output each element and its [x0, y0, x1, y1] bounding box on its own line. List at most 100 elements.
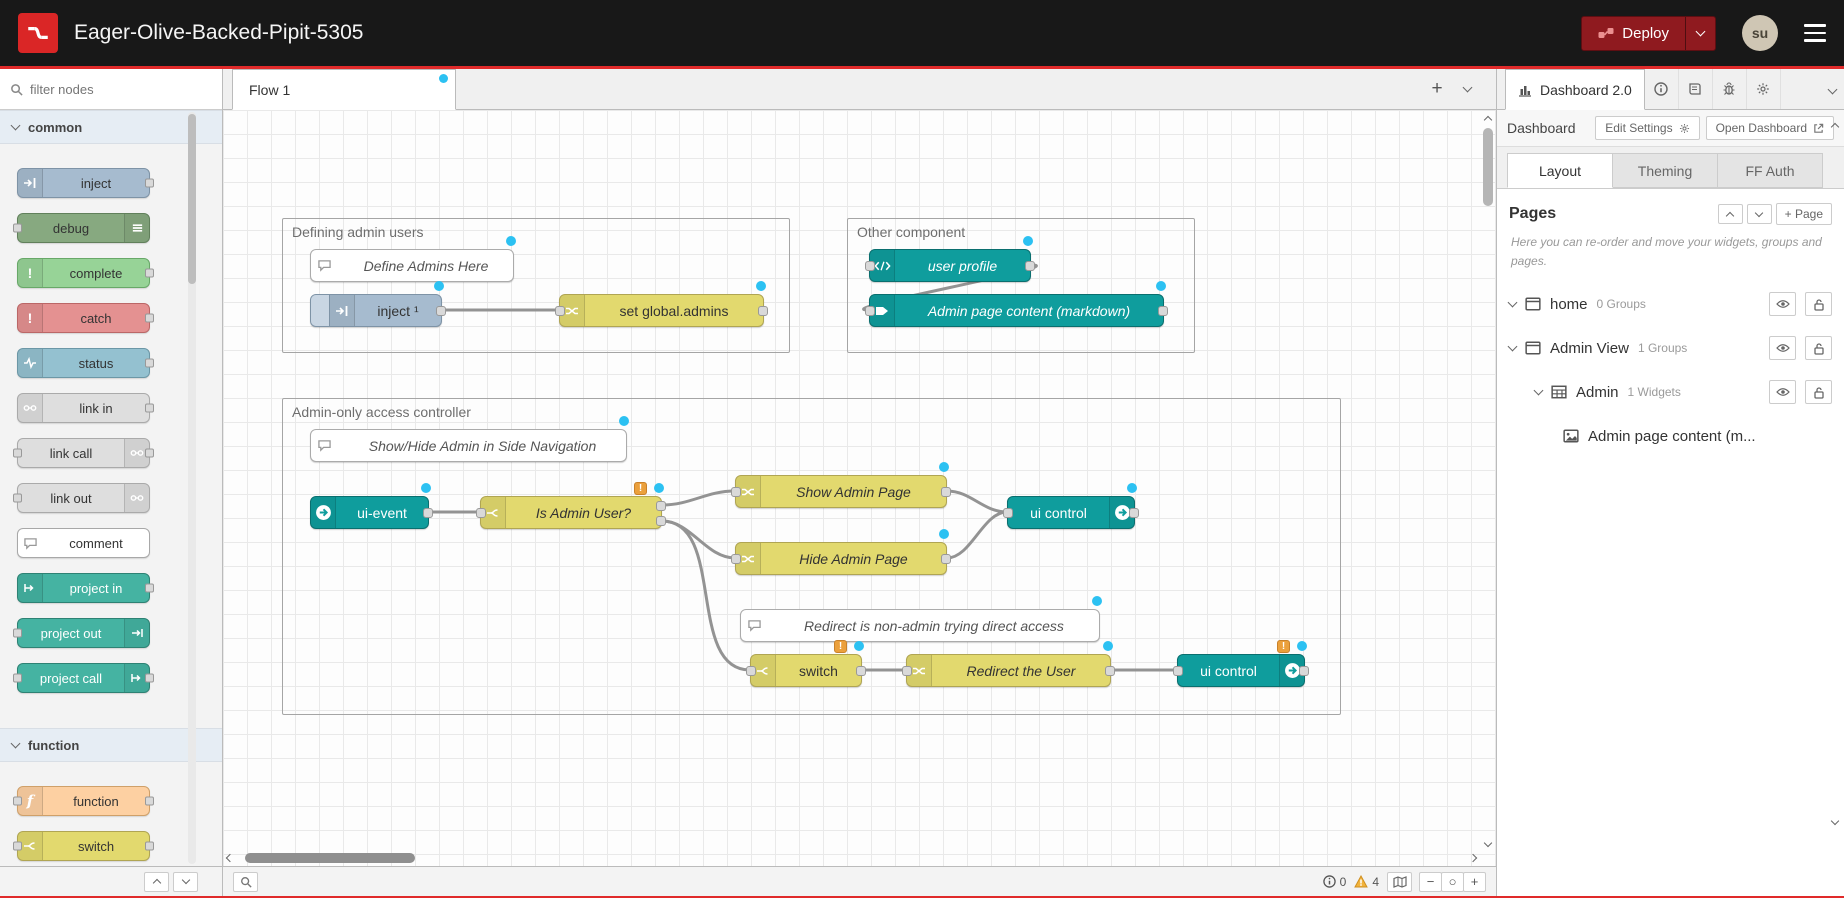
output-port[interactable]: [758, 306, 768, 316]
output-port[interactable]: [1299, 666, 1309, 676]
node-ui-control-1[interactable]: ui control: [1007, 496, 1135, 529]
node-comment-define-admins[interactable]: Define Admins Here: [310, 249, 514, 282]
warning-count[interactable]: 4: [1354, 875, 1379, 889]
input-port[interactable]: [1003, 508, 1013, 518]
tab-theming[interactable]: Theming: [1612, 153, 1718, 188]
output-port[interactable]: [145, 674, 154, 683]
flow-list-button[interactable]: [1452, 75, 1482, 103]
expand-categories-button[interactable]: [173, 872, 198, 892]
tab-ff-auth[interactable]: FF Auth: [1717, 153, 1823, 188]
palette-node-project-out[interactable]: project out: [17, 618, 150, 648]
output-port[interactable]: [856, 666, 866, 676]
palette-node-project-in[interactable]: project in: [17, 573, 150, 603]
node-comment-redirect[interactable]: Redirect is non-admin trying direct acce…: [740, 609, 1100, 642]
scroll-right-arrow[interactable]: [1469, 854, 1477, 862]
output-port[interactable]: [145, 269, 154, 278]
node-switch[interactable]: switch !: [750, 654, 862, 687]
lock-button[interactable]: [1805, 336, 1832, 360]
output-port[interactable]: [1129, 508, 1139, 518]
add-page-button[interactable]: + Page: [1776, 203, 1832, 225]
scrollbar-thumb[interactable]: [245, 853, 415, 863]
node-user-profile[interactable]: user profile: [869, 249, 1031, 282]
scroll-down-arrow[interactable]: [1484, 839, 1492, 847]
output-port[interactable]: [941, 554, 951, 564]
output-port[interactable]: [145, 179, 154, 188]
input-port[interactable]: [746, 666, 756, 676]
node-redirect-the-user[interactable]: Redirect the User: [906, 654, 1111, 687]
input-port[interactable]: [1173, 666, 1183, 676]
add-flow-button[interactable]: +: [1422, 75, 1452, 103]
visibility-button[interactable]: [1769, 292, 1796, 316]
palette-node-catch[interactable]: ! catch: [17, 303, 150, 333]
zoom-reset-button[interactable]: ○: [1441, 872, 1464, 892]
group-other-component[interactable]: Other component: [847, 218, 1195, 353]
node-admin-page-content[interactable]: Admin page content (markdown): [869, 294, 1164, 327]
flow-canvas[interactable]: Defining admin users Other component Adm…: [223, 110, 1496, 866]
visibility-button[interactable]: [1769, 380, 1796, 404]
zoom-out-button[interactable]: −: [1419, 872, 1442, 892]
palette-scrollbar[interactable]: [188, 112, 196, 864]
palette-node-link-call[interactable]: link call: [17, 438, 150, 468]
tab-config-nodes[interactable]: [1747, 69, 1781, 109]
node-show-admin-page[interactable]: Show Admin Page: [735, 475, 947, 508]
input-port[interactable]: [13, 629, 22, 638]
edit-settings-button[interactable]: Edit Settings: [1595, 116, 1699, 140]
open-dashboard-button[interactable]: Open Dashboard: [1706, 116, 1834, 140]
user-avatar[interactable]: su: [1742, 15, 1778, 51]
node-ui-control-2[interactable]: ui control !: [1177, 654, 1305, 687]
palette-node-switch[interactable]: switch: [17, 831, 150, 861]
visibility-button[interactable]: [1769, 336, 1796, 360]
input-port[interactable]: [731, 487, 741, 497]
scroll-left-arrow[interactable]: [226, 854, 234, 862]
output-port[interactable]: [436, 306, 446, 316]
canvas-search-button[interactable]: [233, 872, 258, 892]
filter-nodes-input[interactable]: [30, 82, 190, 97]
palette-node-project-call[interactable]: project call: [17, 663, 150, 693]
node-hide-admin-page[interactable]: Hide Admin Page: [735, 542, 947, 575]
palette-node-inject[interactable]: inject: [17, 168, 150, 198]
node-is-admin-user[interactable]: Is Admin User? !: [480, 496, 662, 529]
scroll-up-arrow[interactable]: [1484, 116, 1492, 124]
collapse-categories-button[interactable]: [144, 872, 169, 892]
input-port[interactable]: [13, 797, 22, 806]
tab-flow-1[interactable]: Flow 1: [232, 69, 456, 110]
deploy-options-button[interactable]: [1685, 17, 1715, 50]
output-port[interactable]: [1105, 666, 1115, 676]
tree-row-widget-admin-page-content[interactable]: Admin page content (m...: [1497, 414, 1844, 458]
output-port[interactable]: [145, 404, 154, 413]
scrollbar-thumb[interactable]: [1483, 128, 1493, 206]
palette-node-function[interactable]: f function: [17, 786, 150, 816]
node-comment-show-hide-admin[interactable]: Show/Hide Admin in Side Navigation: [310, 429, 627, 462]
deploy-button[interactable]: Deploy: [1582, 17, 1685, 50]
move-page-up-button[interactable]: [1718, 204, 1743, 224]
tree-row-admin-group[interactable]: Admin 1 Widgets: [1497, 370, 1844, 414]
scrollbar-thumb[interactable]: [188, 114, 196, 284]
tab-debug[interactable]: [1713, 69, 1747, 109]
tree-row-home[interactable]: home 0 Groups: [1497, 282, 1844, 326]
input-port[interactable]: [902, 666, 912, 676]
tab-info[interactable]: [1645, 69, 1679, 109]
output-port[interactable]: [1025, 261, 1035, 271]
input-port[interactable]: [476, 508, 486, 518]
output-port[interactable]: [145, 584, 154, 593]
palette-node-debug[interactable]: debug: [17, 213, 150, 243]
output-port[interactable]: [145, 359, 154, 368]
input-port[interactable]: [555, 306, 565, 316]
palette-node-link-in[interactable]: link in: [17, 393, 150, 423]
input-port[interactable]: [13, 449, 22, 458]
zoom-in-button[interactable]: +: [1463, 872, 1486, 892]
palette-node-complete[interactable]: ! complete: [17, 258, 150, 288]
node-inject[interactable]: inject ¹: [310, 294, 442, 327]
group-defining-admin-users[interactable]: Defining admin users: [282, 218, 790, 353]
lock-button[interactable]: [1805, 292, 1832, 316]
tab-help[interactable]: [1679, 69, 1713, 109]
output-port[interactable]: [145, 449, 154, 458]
output-port[interactable]: [145, 797, 154, 806]
input-port[interactable]: [13, 842, 22, 851]
input-port[interactable]: [13, 224, 22, 233]
output-port[interactable]: [423, 508, 433, 518]
lock-button[interactable]: [1805, 380, 1832, 404]
navigator-toggle-button[interactable]: [1387, 872, 1412, 892]
output-port[interactable]: [1158, 306, 1168, 316]
error-count[interactable]: 0: [1323, 875, 1347, 889]
